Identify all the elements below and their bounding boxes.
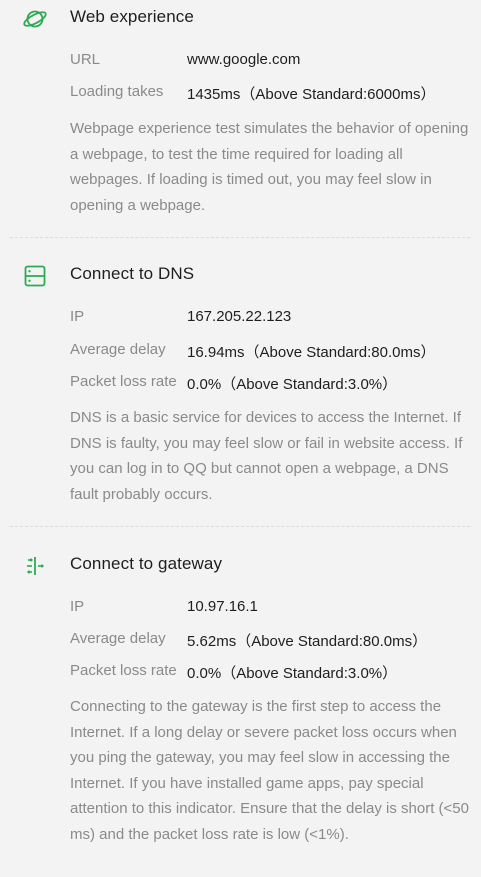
- gateway-title: Connect to gateway: [70, 554, 223, 573]
- dns-ip-label: IP: [70, 308, 85, 325]
- gateway-packet-loss-label: Packet loss rate: [70, 662, 177, 679]
- dns-ip-value: 167.205.22.123: [187, 308, 292, 325]
- section-divider: [10, 237, 470, 238]
- loading-time-row: Loading takes 1435ms（Above Standard:6000…: [70, 83, 470, 107]
- loading-time-label: Loading takes: [70, 83, 164, 100]
- gateway-arrows-icon: [20, 551, 50, 581]
- gateway-ip-value: 10.97.16.1: [187, 598, 258, 615]
- dns-server-icon: [20, 261, 50, 291]
- dns-title: Connect to DNS: [70, 264, 195, 283]
- web-experience-title: Web experience: [70, 7, 194, 26]
- dns-header: Connect to DNS: [0, 257, 481, 293]
- dns-ip-row: IP 167.205.22.123: [70, 308, 470, 332]
- dns-average-delay-row: Average delay 16.94ms（Above Standard:80.…: [70, 341, 470, 365]
- web-experience-header: Web experience: [0, 0, 481, 36]
- dns-packet-loss-row: Packet loss rate 0.0%（Above Standard:3.0…: [70, 373, 470, 397]
- gateway-description: Connecting to the gateway is the first s…: [70, 698, 469, 843]
- planet-icon: [20, 4, 50, 34]
- gateway-packet-loss-row: Packet loss rate 0.0%（Above Standard:3.0…: [70, 662, 470, 686]
- loading-time-value: 1435ms（Above Standard:6000ms）: [187, 86, 436, 103]
- gateway-ip-label: IP: [70, 598, 85, 615]
- gateway-average-delay-label: Average delay: [70, 630, 166, 647]
- section-divider: [10, 526, 470, 527]
- dns-average-delay-label: Average delay: [70, 341, 166, 358]
- dns-packet-loss-label: Packet loss rate: [70, 373, 177, 390]
- dns-average-delay-value: 16.94ms（Above Standard:80.0ms）: [187, 344, 436, 361]
- dns-description: DNS is a basic service for devices to ac…: [70, 409, 463, 503]
- gateway-average-delay-row: Average delay 5.62ms（Above Standard:80.0…: [70, 630, 470, 654]
- dns-packet-loss-value: 0.0%（Above Standard:3.0%）: [187, 376, 398, 393]
- gateway-average-delay-value: 5.62ms（Above Standard:80.0ms）: [187, 633, 428, 650]
- gateway-ip-row: IP 10.97.16.1: [70, 598, 470, 622]
- gateway-header: Connect to gateway: [0, 547, 481, 583]
- url-row: URL www.google.com: [70, 51, 470, 75]
- gateway-packet-loss-value: 0.0%（Above Standard:3.0%）: [187, 665, 398, 682]
- url-value: www.google.com: [187, 51, 301, 68]
- url-label: URL: [70, 51, 101, 68]
- web-experience-description: Webpage experience test simulates the be…: [70, 120, 469, 214]
